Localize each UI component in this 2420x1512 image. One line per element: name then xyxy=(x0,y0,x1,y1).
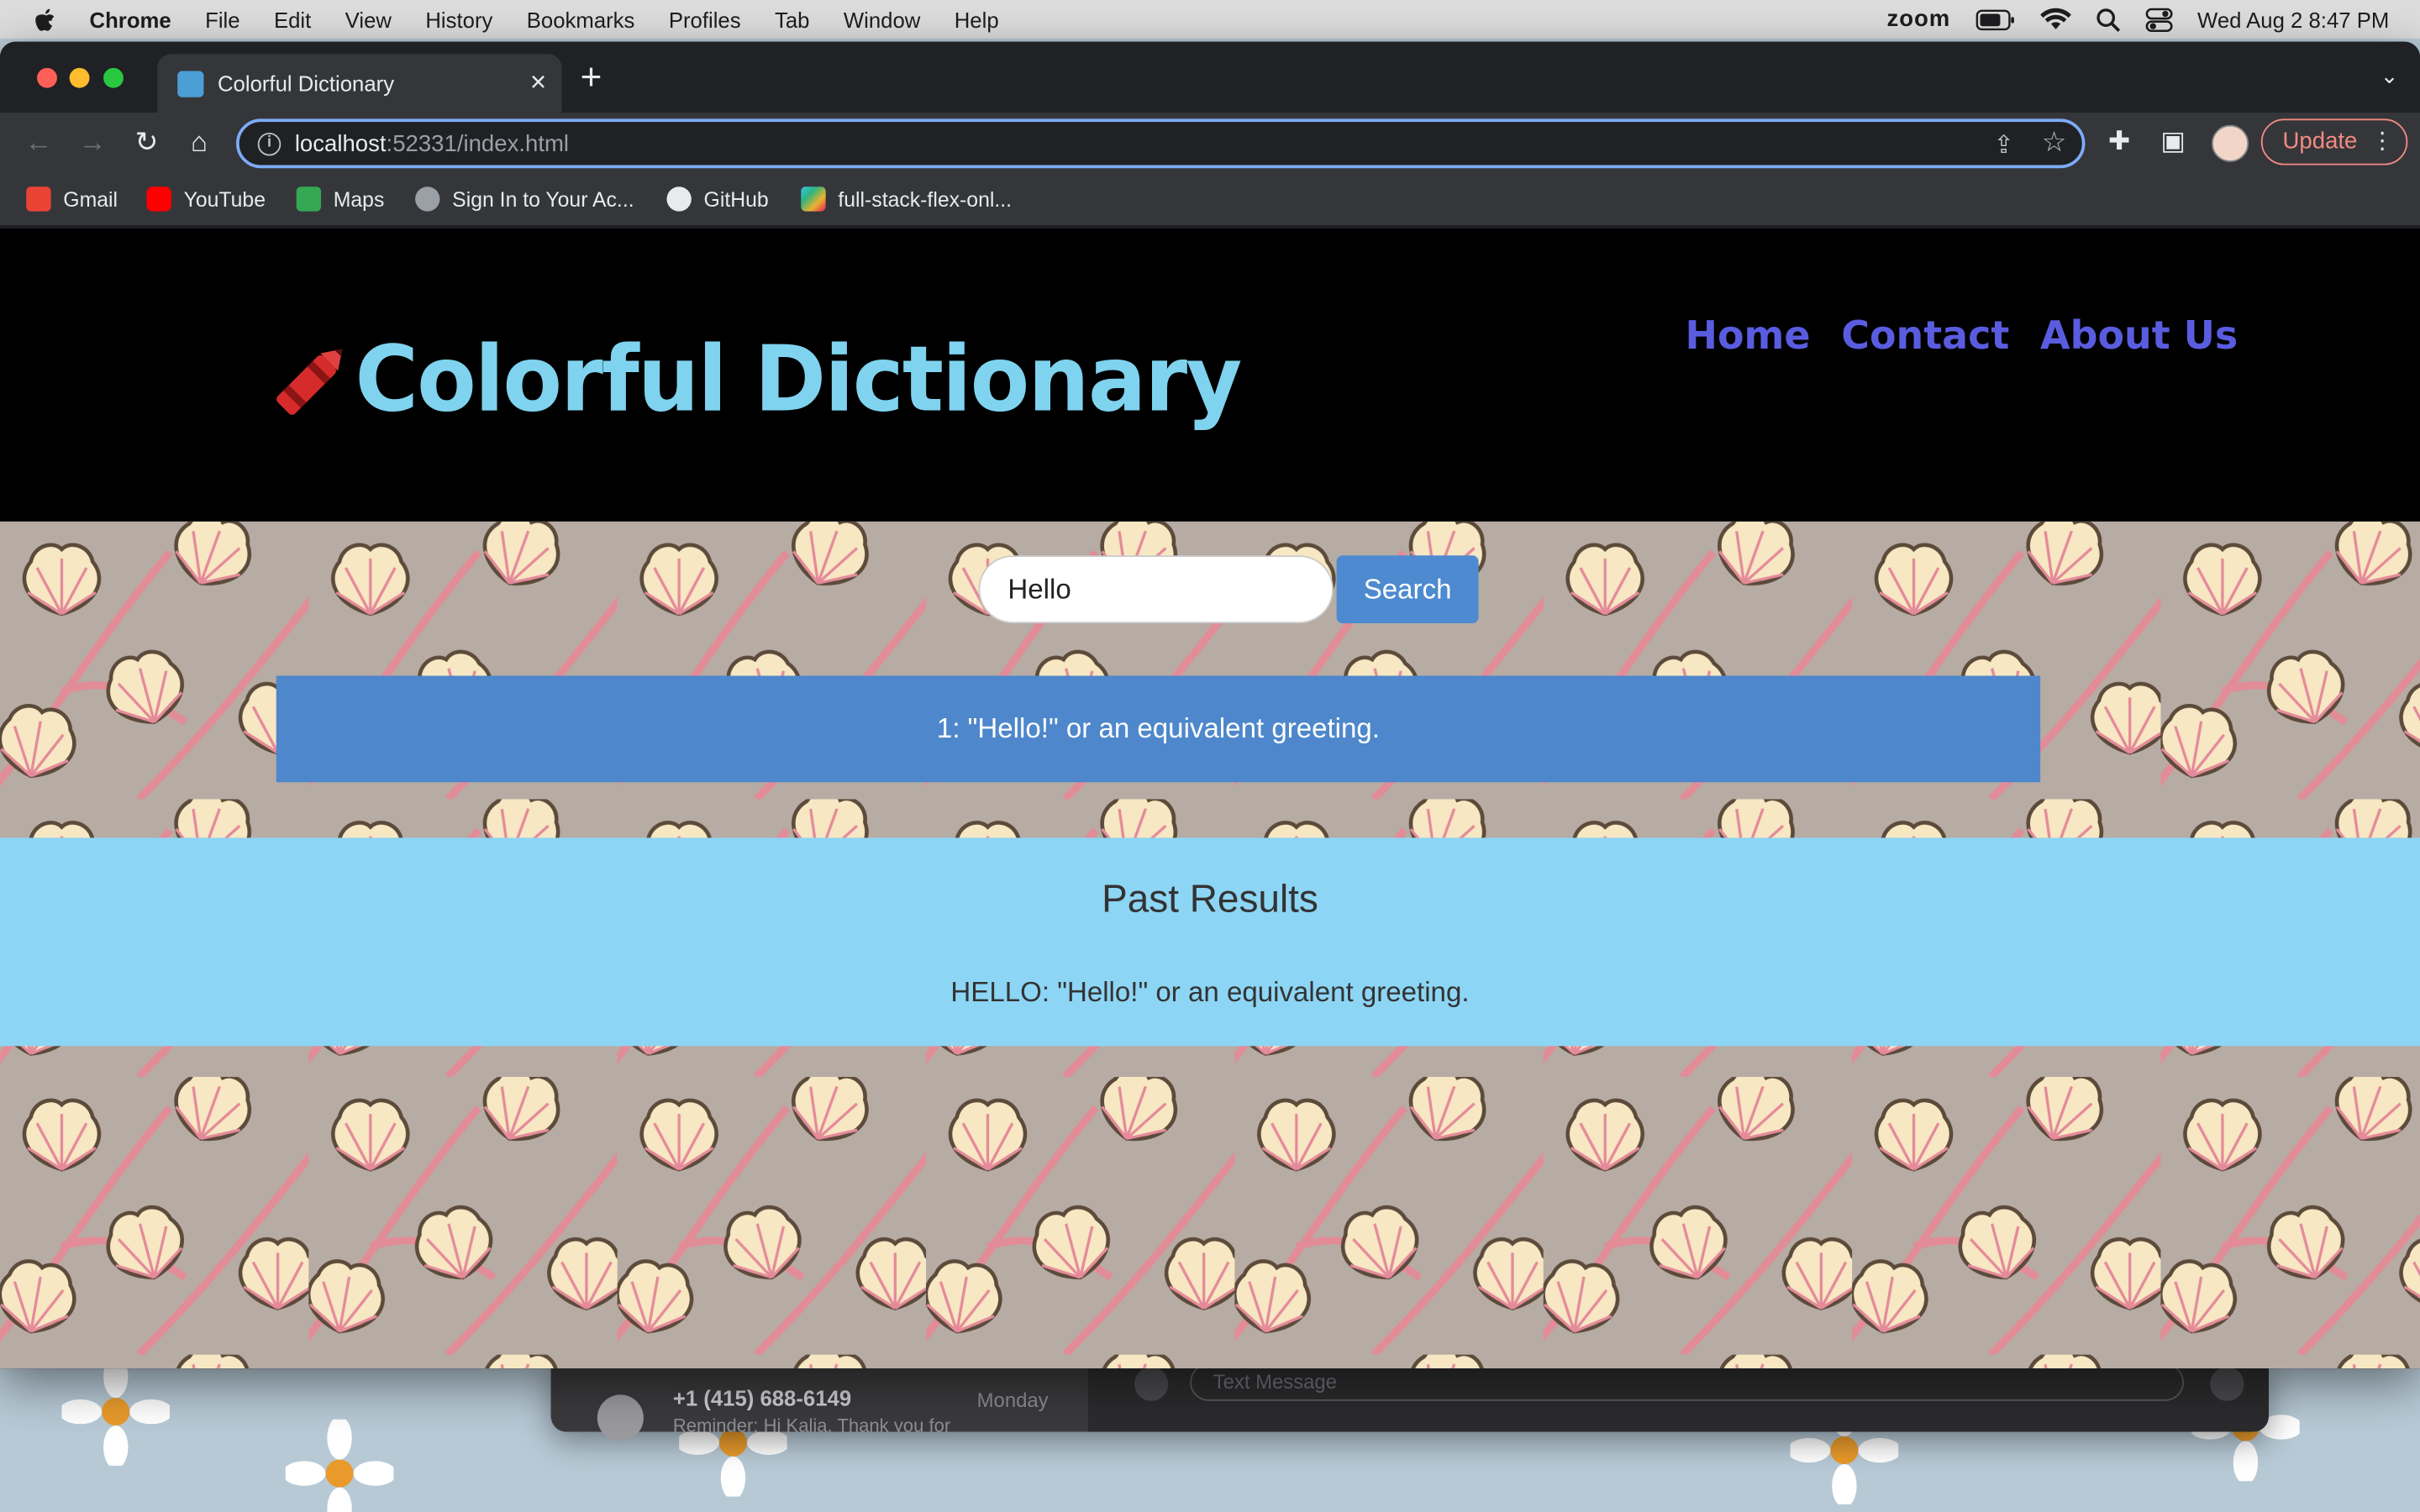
share-icon[interactable]: ⇪ xyxy=(1993,129,2014,160)
back-arrow-icon[interactable]: ← xyxy=(22,127,55,160)
floral-pattern-background: Hello Search 1: "Hello!" or an equivalen… xyxy=(0,521,2420,1369)
site-nav: Home Contact About Us xyxy=(1686,313,2238,358)
home-icon[interactable]: ⌂ xyxy=(182,127,216,160)
bookmark-youtube[interactable]: YouTube xyxy=(146,186,266,212)
youtube-icon xyxy=(146,186,171,212)
tab-colorful-dictionary[interactable]: Colorful Dictionary × xyxy=(157,54,562,113)
messages-window[interactable]: +1 (415) 688-6149 Monday Reminder: Hi Ka… xyxy=(550,1357,2269,1441)
bookmarks-bar: Gmail YouTube Maps Sign In to Your Ac...… xyxy=(0,174,2420,227)
tab-favicon-icon xyxy=(177,71,204,97)
tab-close-icon[interactable]: × xyxy=(530,66,546,99)
new-tab-button[interactable]: + xyxy=(581,57,602,100)
daisy-decoration xyxy=(285,1419,394,1512)
apple-logo-icon[interactable] xyxy=(34,7,55,31)
bookmark-maps[interactable]: Maps xyxy=(296,186,385,212)
nav-about-us-link[interactable]: About Us xyxy=(2040,313,2238,358)
extensions-puzzle-icon[interactable]: ✚ xyxy=(2108,127,2130,158)
profile-avatar[interactable] xyxy=(2212,124,2249,162)
menu-bookmarks[interactable]: Bookmarks xyxy=(527,7,635,31)
menu-tab[interactable]: Tab xyxy=(775,7,809,31)
bookmark-star-icon[interactable]: ☆ xyxy=(2042,127,2067,160)
bookmark-label: Maps xyxy=(333,187,385,211)
battery-icon[interactable] xyxy=(1975,8,2016,30)
fullscreen-window-button[interactable] xyxy=(103,67,124,88)
bookmark-label: GitHub xyxy=(703,187,769,211)
menu-profiles[interactable]: Profiles xyxy=(669,7,741,31)
past-result-item[interactable]: HELLO: "Hello!" or an equivalent greetin… xyxy=(0,977,2420,1010)
github-icon xyxy=(666,186,692,212)
forward-arrow-icon[interactable]: → xyxy=(76,127,109,160)
gmail-icon xyxy=(26,186,51,212)
menu-app-name[interactable]: Chrome xyxy=(90,7,171,31)
nav-home-link[interactable]: Home xyxy=(1686,313,1811,358)
conversation-list[interactable]: +1 (415) 688-6149 Monday Reminder: Hi Ka… xyxy=(550,1357,1088,1441)
wifi-icon[interactable] xyxy=(2039,8,2071,31)
message-day: Monday xyxy=(976,1389,1049,1412)
search-input[interactable]: Hello xyxy=(978,555,1334,624)
app-store-icon[interactable] xyxy=(1134,1367,1169,1401)
menu-history[interactable]: History xyxy=(425,7,492,31)
contact-avatar xyxy=(597,1394,644,1441)
browser-toolbar: ← → ↻ ⌂ i localhost:52331/index.html ⇪ ☆… xyxy=(0,113,2420,175)
past-results-heading: Past Results xyxy=(1102,878,1318,921)
chrome-menu-icon[interactable]: ⋮ xyxy=(2370,120,2394,162)
globe-icon xyxy=(415,186,440,212)
reload-icon[interactable]: ↻ xyxy=(129,127,163,160)
site-info-icon[interactable]: i xyxy=(257,132,281,156)
bookmark-slack[interactable]: full-stack-flex-onl... xyxy=(801,186,1013,212)
web-page: Colorful Dictionary Home Contact About U… xyxy=(0,228,2420,1369)
macos-menubar: Chrome File Edit View History Bookmarks … xyxy=(0,0,2420,39)
site-header: Colorful Dictionary Home Contact About U… xyxy=(0,228,2420,522)
chrome-window: Colorful Dictionary × + ⌄ ← → ↻ ⌂ i loca… xyxy=(0,41,2420,1369)
menu-help[interactable]: Help xyxy=(955,7,999,31)
url-text[interactable]: localhost:52331/index.html xyxy=(295,131,569,157)
side-panel-icon[interactable]: ▣ xyxy=(2160,127,2186,158)
bookmark-github[interactable]: GitHub xyxy=(666,186,769,212)
address-bar[interactable]: i localhost:52331/index.html ⇪ ☆ xyxy=(236,118,2086,169)
control-center-icon[interactable] xyxy=(2145,7,2173,32)
menu-edit[interactable]: Edit xyxy=(274,7,311,31)
bookmark-label: Sign In to Your Ac... xyxy=(452,187,634,211)
menu-file[interactable]: File xyxy=(205,7,239,31)
crayon-icon xyxy=(276,349,343,415)
close-window-button[interactable] xyxy=(37,67,57,88)
bookmark-label: Gmail xyxy=(63,187,118,211)
bookmark-gmail[interactable]: Gmail xyxy=(26,186,118,212)
nav-contact-link[interactable]: Contact xyxy=(1841,313,2009,358)
message-input[interactable]: Text Message xyxy=(1190,1363,2184,1401)
spotlight-search-icon[interactable] xyxy=(2096,7,2120,32)
bookmark-label: full-stack-flex-onl... xyxy=(838,187,1013,211)
tab-search-chevron-icon[interactable]: ⌄ xyxy=(2381,63,2399,89)
contact-name: +1 (415) 688-6149 xyxy=(672,1385,852,1410)
maps-icon xyxy=(296,186,322,212)
zoom-status-item[interactable]: zoom xyxy=(1887,6,1951,32)
bookmark-sign-in[interactable]: Sign In to Your Ac... xyxy=(415,186,634,212)
menubar-clock[interactable]: Wed Aug 2 8:47 PM xyxy=(2197,7,2389,31)
update-label: Update xyxy=(2282,128,2358,155)
menu-view[interactable]: View xyxy=(345,7,392,31)
site-logo-title[interactable]: Colorful Dictionary xyxy=(355,328,1242,433)
update-button[interactable]: Update ⋮ xyxy=(2260,118,2408,165)
tab-strip: Colorful Dictionary × + ⌄ xyxy=(0,41,2420,113)
slack-icon xyxy=(801,186,826,212)
daisy-decoration xyxy=(61,1357,171,1466)
emoji-icon[interactable] xyxy=(2210,1367,2244,1401)
url-path: :52331/index.html xyxy=(386,131,570,158)
bookmark-label: YouTube xyxy=(183,187,266,211)
menu-window[interactable]: Window xyxy=(844,7,920,31)
search-button[interactable]: Search xyxy=(1336,555,1479,624)
past-results-section: Past Results HELLO: "Hello!" or an equiv… xyxy=(0,837,2420,1047)
definition-result: 1: "Hello!" or an equivalent greeting. xyxy=(276,675,2041,783)
message-preview: Reminder: Hi Kalia, Thank you for xyxy=(672,1415,951,1436)
tab-title: Colorful Dictionary xyxy=(217,71,395,96)
url-host: localhost xyxy=(294,131,387,158)
minimize-window-button[interactable] xyxy=(69,67,90,88)
